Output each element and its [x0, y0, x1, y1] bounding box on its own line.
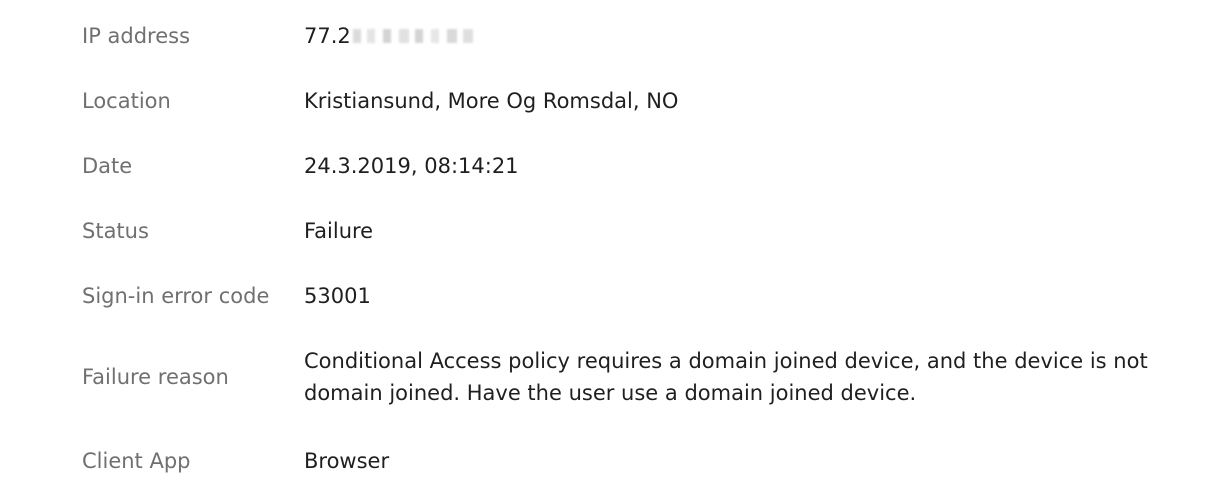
status-label: Status	[82, 219, 149, 243]
detail-row-location: Location Kristiansund, More Og Romsdal, …	[82, 85, 1228, 117]
ip-address-redaction	[352, 29, 479, 43]
ip-address-visible-part: 77.2	[304, 24, 351, 48]
detail-row-ip-address: IP address 77.2	[82, 20, 1228, 52]
failure-reason-label: Failure reason	[82, 365, 229, 389]
detail-row-status: Status Failure	[82, 215, 1228, 247]
client-app-value: Browser	[304, 449, 390, 473]
date-value: 24.3.2019, 08:14:21	[304, 154, 519, 178]
detail-row-error-code: Sign-in error code 53001	[82, 280, 1228, 312]
ip-address-value: 77.2	[304, 21, 1228, 51]
location-label: Location	[82, 89, 171, 113]
ip-address-label: IP address	[82, 24, 191, 48]
detail-row-client-app: Client App Browser	[82, 445, 1228, 477]
date-label: Date	[82, 154, 133, 178]
detail-row-date: Date 24.3.2019, 08:14:21	[82, 150, 1228, 182]
detail-row-failure-reason: Failure reason Conditional Access policy…	[82, 345, 1228, 411]
status-value: Failure	[304, 219, 374, 243]
client-app-label: Client App	[82, 449, 191, 473]
error-code-value: 53001	[304, 284, 371, 308]
location-value: Kristiansund, More Og Romsdal, NO	[304, 89, 679, 113]
error-code-label: Sign-in error code	[82, 284, 270, 308]
failure-reason-value: Conditional Access policy requires a dom…	[304, 349, 1148, 405]
